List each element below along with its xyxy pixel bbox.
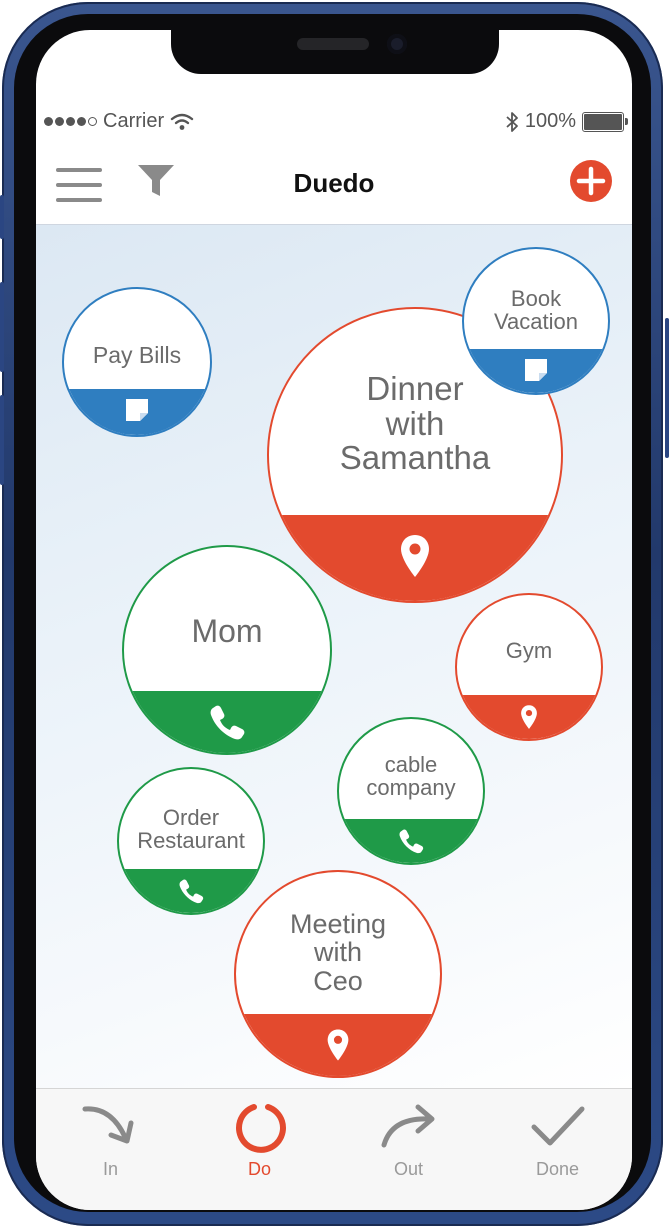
- circle-icon: [235, 1104, 286, 1153]
- camera: [387, 34, 407, 54]
- bubble-label: Pay Bills: [92, 342, 182, 368]
- battery-icon: [582, 111, 628, 132]
- tab-label: Out: [393, 1159, 423, 1179]
- bubble-gym[interactable]: Gym: [455, 593, 603, 741]
- phone-icon: [210, 705, 245, 740]
- bubble-label: Meeting with Ceo: [289, 909, 387, 996]
- carrier-label: Carrier: [103, 110, 165, 132]
- bluetooth-icon: [506, 111, 518, 132]
- notch: [171, 30, 499, 74]
- bubble-label: Book Vacation: [494, 286, 578, 335]
- tab-label: Done: [535, 1159, 580, 1179]
- bubble-label: cable company: [366, 752, 456, 801]
- bubble-label: Order Restaurant: [137, 805, 245, 854]
- wifi-icon: [170, 113, 194, 130]
- screen: Carrier 100% Duedo Pay Bills Dinner with…: [36, 30, 632, 1210]
- tab-label: In: [102, 1159, 118, 1179]
- phone-icon: [399, 829, 424, 854]
- tab-do[interactable]: Do: [185, 1089, 334, 1189]
- side-button: [665, 318, 669, 458]
- status-bar: Carrier 100%: [36, 108, 632, 138]
- bubble-pay-bills[interactable]: Pay Bills: [62, 287, 212, 437]
- tab-in[interactable]: In: [36, 1089, 185, 1189]
- tab-bar: In Do Out Done: [36, 1088, 632, 1210]
- bubble-order-restaurant[interactable]: Order Restaurant: [117, 767, 265, 915]
- side-button: [0, 195, 4, 239]
- side-button: [0, 395, 4, 485]
- location-pin-icon: [401, 535, 429, 577]
- plus-icon: [576, 166, 606, 196]
- speaker: [297, 38, 369, 50]
- side-button: [0, 282, 4, 372]
- location-pin-icon: [327, 1029, 349, 1061]
- note-icon: [525, 359, 547, 381]
- page-title: Duedo: [293, 168, 375, 198]
- location-pin-icon: [521, 705, 537, 729]
- tab-done[interactable]: Done: [483, 1089, 632, 1189]
- arrow-out-icon: [381, 1104, 434, 1148]
- bubble-meeting-with-ceo[interactable]: Meeting with Ceo: [234, 870, 442, 1078]
- tab-out[interactable]: Out: [334, 1089, 483, 1189]
- add-button[interactable]: [570, 160, 612, 202]
- phone-icon: [179, 879, 204, 904]
- bubble-cable-company[interactable]: cable company: [337, 717, 485, 865]
- nav-bar: Duedo: [36, 150, 632, 225]
- signal-dots-icon: [44, 117, 97, 126]
- bubble-mom[interactable]: Mom: [122, 545, 332, 755]
- note-icon: [126, 399, 148, 421]
- bubble-label: Mom: [191, 613, 263, 649]
- arrow-in-icon: [82, 1106, 133, 1144]
- bubble-canvas: Pay Bills Dinner with Samantha Book Vaca…: [36, 225, 632, 1088]
- bubble-book-vacation[interactable]: Book Vacation: [462, 247, 610, 395]
- tab-label: Do: [247, 1159, 271, 1179]
- bubble-label: Gym: [505, 638, 553, 663]
- check-icon: [531, 1106, 584, 1146]
- battery-label: 100%: [524, 110, 576, 132]
